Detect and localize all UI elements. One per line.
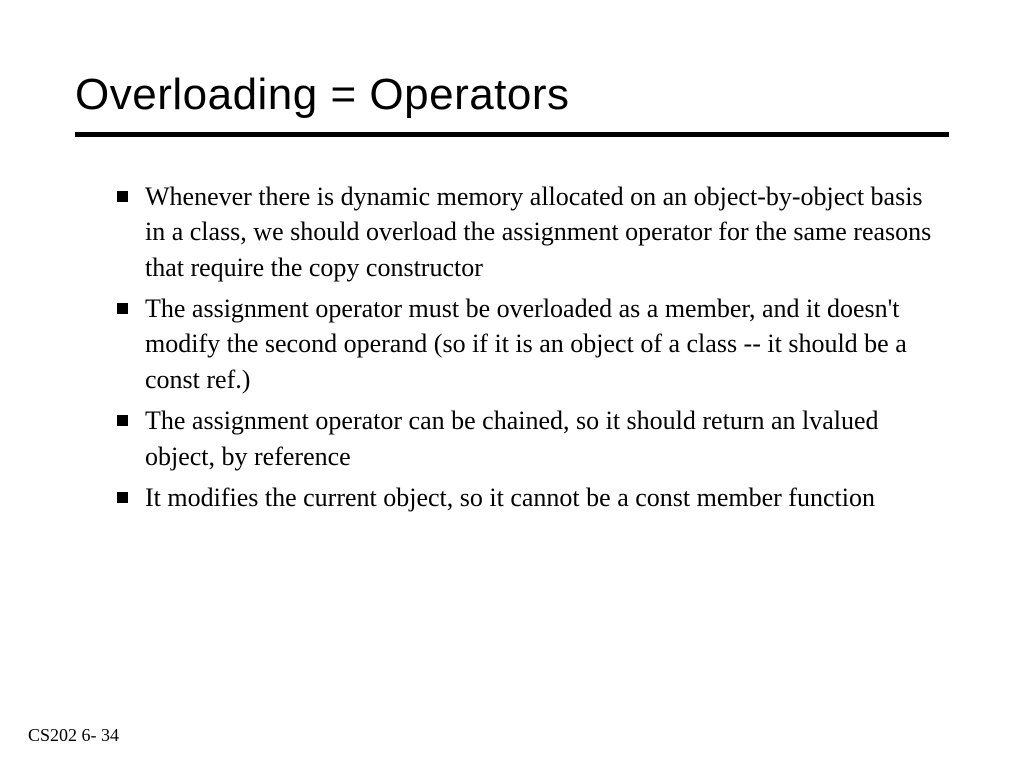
slide-footer: CS202 6- 34 <box>28 725 119 746</box>
list-item: Whenever there is dynamic memory allocat… <box>117 179 949 285</box>
slide-title: Overloading = Operators <box>75 70 949 137</box>
list-item: It modifies the current object, so it ca… <box>117 480 949 515</box>
slide-container: Overloading = Operators Whenever there i… <box>0 0 1024 515</box>
list-item: The assignment operator can be chained, … <box>117 403 949 474</box>
list-item: The assignment operator must be overload… <box>117 291 949 397</box>
bullet-list: Whenever there is dynamic memory allocat… <box>75 179 949 515</box>
